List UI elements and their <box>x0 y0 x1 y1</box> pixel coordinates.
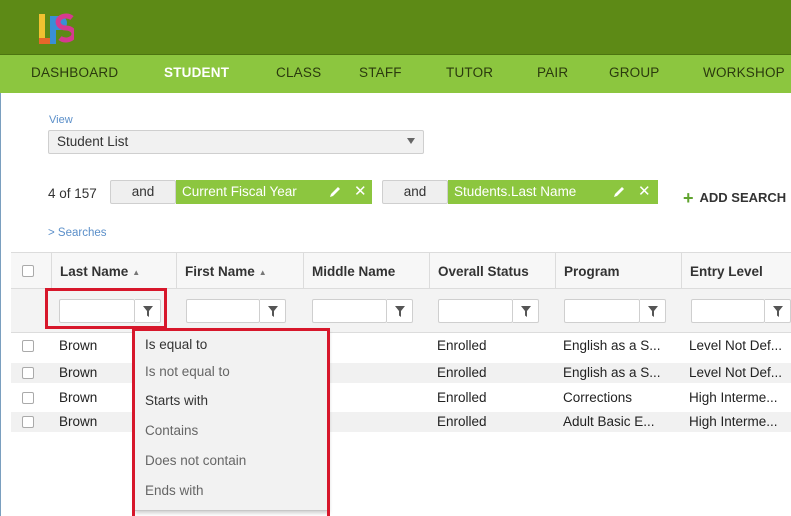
cell-program: Corrections <box>563 390 633 405</box>
column-header-last-name[interactable]: Last Name ▲ <box>51 253 176 290</box>
nav-pair[interactable]: PAIR <box>537 65 568 80</box>
main-nav: DASHBOARD STUDENT CLASS STAFF TUTOR PAIR… <box>0 55 791 93</box>
column-header-first-name[interactable]: First Name ▲ <box>176 253 303 290</box>
and-toggle-2[interactable]: and <box>382 180 448 204</box>
nav-class[interactable]: CLASS <box>276 65 321 80</box>
table-row[interactable]: Brown Enrolled Adult Basic E... High Int… <box>11 412 791 432</box>
filter-input-program[interactable] <box>564 299 640 323</box>
filter-button-entry-level[interactable] <box>765 299 791 323</box>
cell-program: Adult Basic E... <box>563 414 655 429</box>
highlight-box-menu <box>132 328 330 516</box>
column-header-overall-status[interactable]: Overall Status <box>429 253 555 290</box>
lps-logo <box>39 13 74 44</box>
cell-overall-status: Enrolled <box>437 365 487 380</box>
filter-button-middle-name[interactable] <box>387 299 413 323</box>
row-checkbox[interactable] <box>22 340 34 352</box>
cell-overall-status: Enrolled <box>437 390 487 405</box>
nav-dashboard[interactable]: DASHBOARD <box>31 65 118 80</box>
search-chip-last-name[interactable]: Students.Last Name ✕ <box>448 180 658 204</box>
nav-workshop[interactable]: WORKSHOP <box>703 65 785 80</box>
funnel-icon <box>648 306 658 317</box>
close-icon[interactable]: ✕ <box>354 180 367 204</box>
searches-link[interactable]: > Searches <box>48 227 107 239</box>
row-checkbox[interactable] <box>22 416 34 428</box>
search-chip-fiscal-year[interactable]: Current Fiscal Year ✕ <box>176 180 372 204</box>
column-header-middle-name[interactable]: Middle Name <box>303 253 429 290</box>
filter-input-overall-status[interactable] <box>438 299 513 323</box>
app-header <box>0 0 791 55</box>
nav-group[interactable]: GROUP <box>609 65 660 80</box>
plus-icon: + <box>683 188 694 208</box>
grid-header: Last Name ▲ First Name ▲ Middle Name Overa… <box>11 252 791 290</box>
caret-down-icon <box>407 138 415 144</box>
row-checkbox[interactable] <box>22 367 34 379</box>
cell-entry-level: Level Not Def... <box>689 338 783 353</box>
pencil-icon[interactable] <box>328 185 342 199</box>
row-checkbox[interactable] <box>22 392 34 404</box>
highlight-box-filter <box>45 288 167 329</box>
cell-overall-status: Enrolled <box>437 338 487 353</box>
column-label: First Name <box>185 264 255 279</box>
cell-program: English as a S... <box>563 365 661 380</box>
view-label: View <box>49 114 73 126</box>
cell-program: English as a S... <box>563 338 661 353</box>
nav-tutor[interactable]: TUTOR <box>446 65 493 80</box>
add-search-button[interactable]: + ADD SEARCH <box>683 186 787 208</box>
filter-input-entry-level[interactable] <box>691 299 765 323</box>
view-select[interactable]: Student List <box>48 130 424 154</box>
column-header-program[interactable]: Program <box>555 253 681 290</box>
filter-button-first-name[interactable] <box>260 299 286 323</box>
cell-entry-level: High Interme... <box>689 390 778 405</box>
filter-input-middle-name[interactable] <box>312 299 387 323</box>
select-all-checkbox[interactable] <box>22 265 34 277</box>
search-chip-label: Current Fiscal Year <box>182 184 297 199</box>
funnel-icon <box>395 306 405 317</box>
cell-overall-status: Enrolled <box>437 414 487 429</box>
table-row[interactable]: Brown Enrolled English as a S... Level N… <box>11 336 791 356</box>
nav-student[interactable]: STUDENT <box>164 65 229 80</box>
funnel-icon <box>773 306 783 317</box>
cell-entry-level: High Interme... <box>689 414 778 429</box>
add-search-label: ADD SEARCH <box>699 190 787 205</box>
table-row[interactable]: Brown Enrolled English as a S... Level N… <box>11 363 791 383</box>
filter-button-program[interactable] <box>640 299 666 323</box>
sort-asc-icon: ▲ <box>258 268 267 277</box>
search-chip-label: Students.Last Name <box>454 184 577 199</box>
sort-asc-icon: ▲ <box>132 268 141 277</box>
close-icon[interactable]: ✕ <box>638 180 651 204</box>
cell-entry-level: Level Not Def... <box>689 365 783 380</box>
funnel-icon <box>521 306 531 317</box>
and-toggle-1[interactable]: and <box>110 180 176 204</box>
view-selected-value: Student List <box>57 134 129 149</box>
funnel-icon <box>268 306 278 317</box>
table-row[interactable]: Brown Enrolled Corrections High Interme.… <box>11 388 791 408</box>
column-label: Last Name <box>60 264 129 279</box>
column-header-entry-level[interactable]: Entry Level <box>681 253 791 290</box>
pencil-icon[interactable] <box>612 185 626 199</box>
filter-input-first-name[interactable] <box>186 299 260 323</box>
nav-staff[interactable]: STAFF <box>359 65 402 80</box>
result-count: 4 of 157 <box>48 186 97 201</box>
filter-button-overall-status[interactable] <box>513 299 539 323</box>
